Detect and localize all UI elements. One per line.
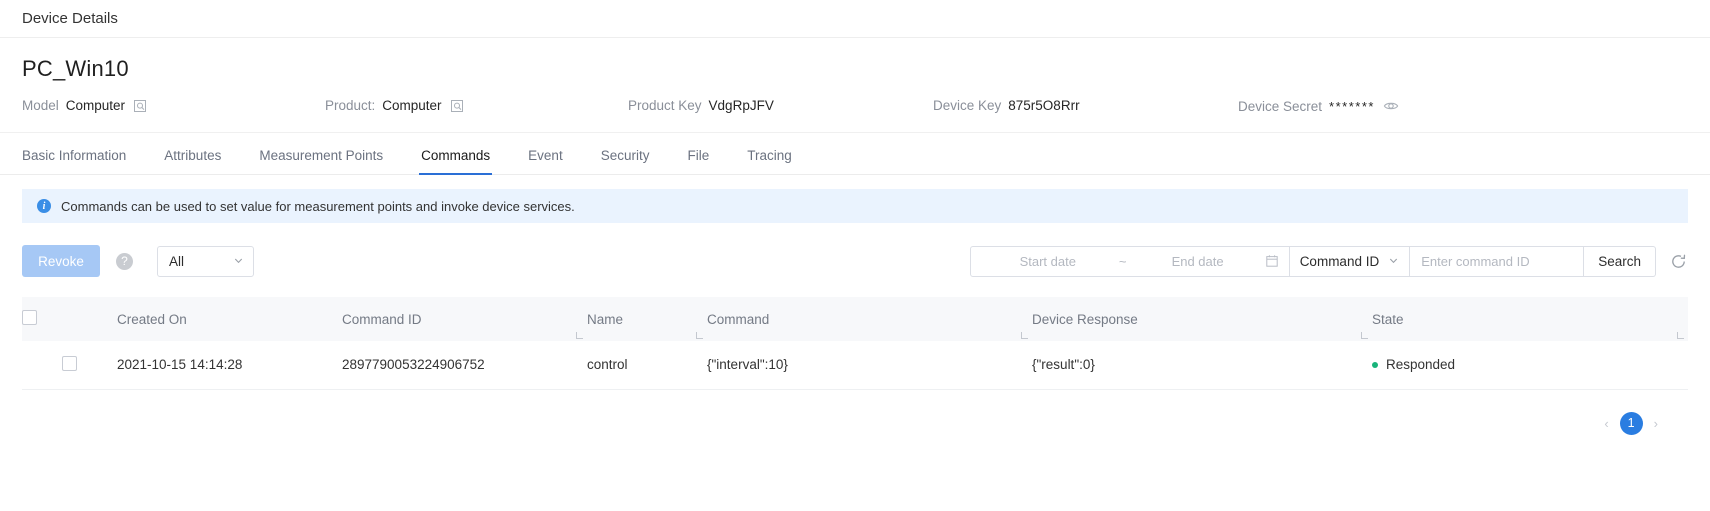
tab-basic-information[interactable]: Basic Information: [22, 148, 126, 174]
column-header-select-all: [22, 297, 117, 341]
range-separator: ~: [1118, 253, 1127, 269]
search-button[interactable]: Search: [1584, 245, 1656, 277]
table-header-row: Created On Command ID Name Command Devic…: [22, 297, 1688, 341]
chevron-down-icon: [233, 254, 244, 269]
column-header-state[interactable]: State: [1372, 297, 1688, 341]
column-resize-handle[interactable]: [576, 332, 583, 339]
meta-model-value: Computer: [65, 98, 126, 113]
help-icon[interactable]: ?: [116, 252, 133, 270]
content-area: i Commands can be used to set value for …: [0, 175, 1710, 435]
magnifier-box-icon[interactable]: [450, 99, 464, 113]
column-label-state: State: [1372, 311, 1404, 327]
meta-model: Model Computer: [22, 98, 147, 113]
column-header-command[interactable]: Command: [707, 297, 1032, 341]
tab-security[interactable]: Security: [601, 148, 650, 174]
meta-product-key-value: VdgRpJFV: [708, 98, 774, 113]
table-row[interactable]: 2021-10-15 14:14:28 2897790053224906752 …: [22, 341, 1688, 389]
cell-state: Responded: [1372, 341, 1688, 389]
info-banner-text: Commands can be used to set value for me…: [61, 198, 575, 214]
tab-file[interactable]: File: [687, 148, 709, 174]
chevron-down-icon: [1388, 254, 1399, 269]
column-resize-handle[interactable]: [1021, 332, 1028, 339]
search-field-value: Command ID: [1299, 253, 1380, 269]
cell-name: control: [587, 357, 628, 373]
select-all-checkbox[interactable]: [22, 310, 37, 325]
revoke-button[interactable]: Revoke: [22, 245, 100, 277]
tab-commands[interactable]: Commands: [419, 148, 493, 175]
cell-created-on: 2021-10-15 14:14:28: [117, 357, 243, 373]
column-label-command: Command: [707, 311, 770, 327]
row-checkbox[interactable]: [62, 355, 77, 371]
tab-event[interactable]: Event: [528, 148, 563, 174]
info-banner: i Commands can be used to set value for …: [22, 189, 1688, 223]
tab-bar: Basic Information Attributes Measurement…: [0, 133, 1710, 175]
cell-command-id: 2897790053224906752: [342, 357, 485, 373]
magnifier-box-icon[interactable]: [133, 99, 147, 113]
column-label-name: Name: [587, 311, 624, 327]
search-controls: Start date ~ End date Command ID Enter c…: [969, 245, 1688, 277]
tab-tracing[interactable]: Tracing: [747, 148, 792, 174]
breadcrumb: Device Details: [22, 10, 118, 27]
meta-product-value: Computer: [382, 98, 442, 113]
search-input[interactable]: [1410, 245, 1585, 277]
column-header-name[interactable]: Name: [587, 297, 707, 341]
meta-device-key-label: Device Key: [933, 98, 1002, 113]
device-meta-row: Model Computer Product: Computer Product…: [22, 98, 1688, 118]
pagination-prev-icon[interactable]: ‹: [1604, 416, 1608, 431]
meta-product-key-label: Product Key: [628, 98, 702, 113]
table-body: 2021-10-15 14:14:28 2897790053224906752 …: [22, 341, 1688, 389]
date-range-picker[interactable]: Start date ~ End date: [969, 245, 1290, 277]
pagination-page-1[interactable]: 1: [1619, 411, 1643, 435]
commands-table: Created On Command ID Name Command Devic…: [22, 297, 1688, 390]
row-select-cell: [22, 341, 117, 389]
column-resize-handle[interactable]: [1677, 332, 1684, 339]
pagination-next-icon[interactable]: ›: [1654, 416, 1658, 431]
end-date-input[interactable]: End date: [1130, 254, 1264, 269]
status-dot-icon: [1372, 361, 1378, 368]
cell-device-response: {"result":0}: [1032, 357, 1095, 373]
meta-product-label: Product:: [325, 98, 376, 113]
meta-device-secret: Device Secret *******: [1238, 98, 1399, 114]
device-header: PC_Win10 Model Computer Product: Compute…: [0, 38, 1710, 133]
eye-icon[interactable]: [1383, 98, 1399, 114]
status-badge: Responded: [1386, 357, 1456, 373]
info-icon: i: [37, 199, 51, 213]
column-header-command-id[interactable]: Command ID: [342, 297, 587, 341]
column-header-device-response[interactable]: Device Response: [1032, 297, 1372, 341]
meta-device-key-value: 875r5O8Rrr: [1008, 98, 1080, 113]
start-date-input[interactable]: Start date: [981, 254, 1115, 269]
tab-attributes[interactable]: Attributes: [164, 148, 221, 174]
meta-device-key: Device Key 875r5O8Rrr: [933, 98, 1080, 113]
calendar-icon[interactable]: [1265, 254, 1279, 268]
meta-product: Product: Computer: [325, 98, 464, 113]
status-filter-value: All: [169, 253, 185, 269]
column-label-command-id: Command ID: [342, 311, 422, 327]
table-header: Created On Command ID Name Command Devic…: [22, 297, 1688, 341]
column-label-device-response: Device Response: [1032, 311, 1138, 327]
status-filter-select[interactable]: All: [157, 245, 254, 277]
meta-model-label: Model: [22, 98, 59, 113]
column-resize-handle[interactable]: [696, 332, 703, 339]
tab-measurement-points[interactable]: Measurement Points: [259, 148, 383, 174]
pagination: ‹ 1 ›: [22, 390, 1688, 435]
column-header-created-on[interactable]: Created On: [117, 297, 342, 341]
meta-device-secret-label: Device Secret: [1238, 98, 1323, 114]
refresh-icon[interactable]: [1669, 252, 1688, 271]
column-label-created-on: Created On: [117, 311, 187, 327]
column-resize-handle[interactable]: [1361, 332, 1368, 339]
meta-device-secret-value: *******: [1329, 98, 1375, 114]
meta-product-key: Product Key VdgRpJFV: [628, 98, 774, 113]
page-title: PC_Win10: [22, 56, 129, 81]
cell-command: {"interval":10}: [707, 357, 788, 373]
search-field-select[interactable]: Command ID: [1289, 245, 1411, 277]
table-toolbar: Revoke ? All Start date ~ End date Comma…: [22, 245, 1688, 277]
breadcrumb-bar: Device Details: [0, 0, 1710, 38]
